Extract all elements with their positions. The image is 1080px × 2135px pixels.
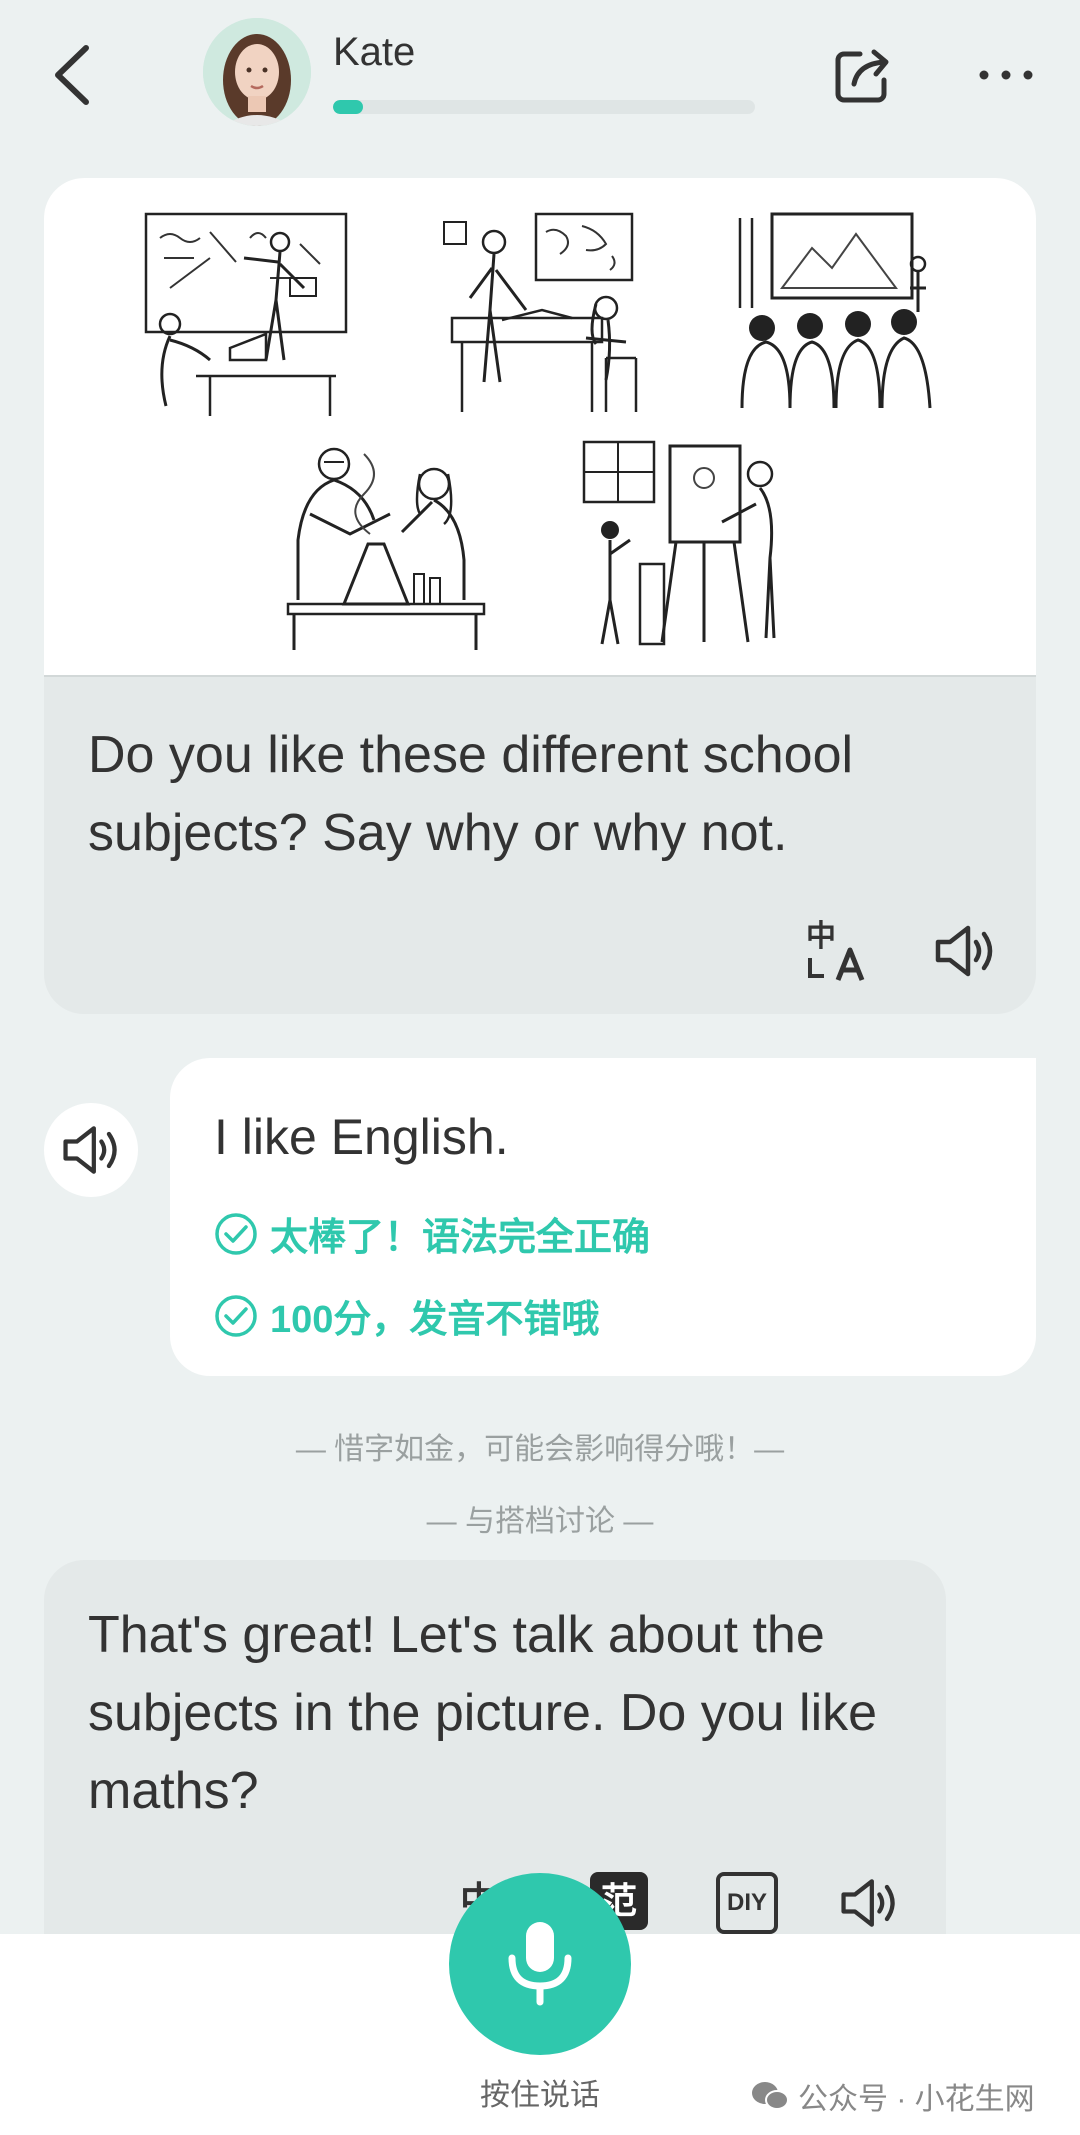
grammar-feedback-text: 太棒了！语法完全正确 [270,1217,651,1259]
check-circle-icon [215,1294,257,1337]
history-class-image [732,208,944,418]
microphone-icon [508,1922,572,2006]
reply-text: That's great! Let's talk about the subje… [88,1606,878,1820]
discuss-hint: — 与搭档讨论 — [426,1505,654,1538]
answer-bubble: I like English. 太棒了！语法完全正确 100分，发音不错哦 [170,1058,1036,1376]
wechat-icon [752,2082,789,2110]
check-circle-icon [215,1212,257,1255]
watermark: 公众号 · 小花生网 [750,2074,1035,2118]
translate-icon[interactable]: 中 [804,916,874,986]
speaker-icon[interactable] [930,916,1000,986]
more-icon[interactable] [976,60,1036,90]
subjects-illustration [44,178,1036,677]
grammar-feedback: 太棒了！语法完全正确 [214,1206,650,1261]
avatar[interactable] [203,18,311,126]
progress-bar [333,100,755,114]
watermark-text: 公众号 · 小花生网 [798,2083,1035,2116]
hold-to-talk-label: 按住说话 [480,2079,600,2112]
art-class-image [580,434,800,654]
speaker-icon[interactable] [836,1870,902,1936]
question-card: Do you like these different school subje… [44,178,1036,1014]
word-count-hint: — 惜字如金，可能会影响得分哦！— [295,1433,785,1466]
answer-play-button[interactable] [44,1103,138,1197]
diy-button[interactable]: DIY [716,1872,778,1934]
question-text: Do you like these different school subje… [88,726,854,862]
hold-to-talk-button[interactable] [449,1873,631,2055]
maths-class-image [140,208,352,418]
geography-class-image [436,208,648,418]
share-icon[interactable] [830,44,894,108]
partner-name: Kate [333,30,416,74]
science-class-image [284,434,504,654]
top-bar: Kate [0,0,1080,160]
svg-text:中: 中 [806,919,836,954]
answer-text: I like English. [214,1109,509,1165]
pronunciation-feedback-text: 100分，发音不错哦 [270,1299,600,1341]
pronunciation-feedback: 100分，发音不错哦 [214,1288,599,1343]
speaker-icon [63,1126,117,1174]
back-icon[interactable] [46,40,98,110]
progress-fill [333,100,363,114]
